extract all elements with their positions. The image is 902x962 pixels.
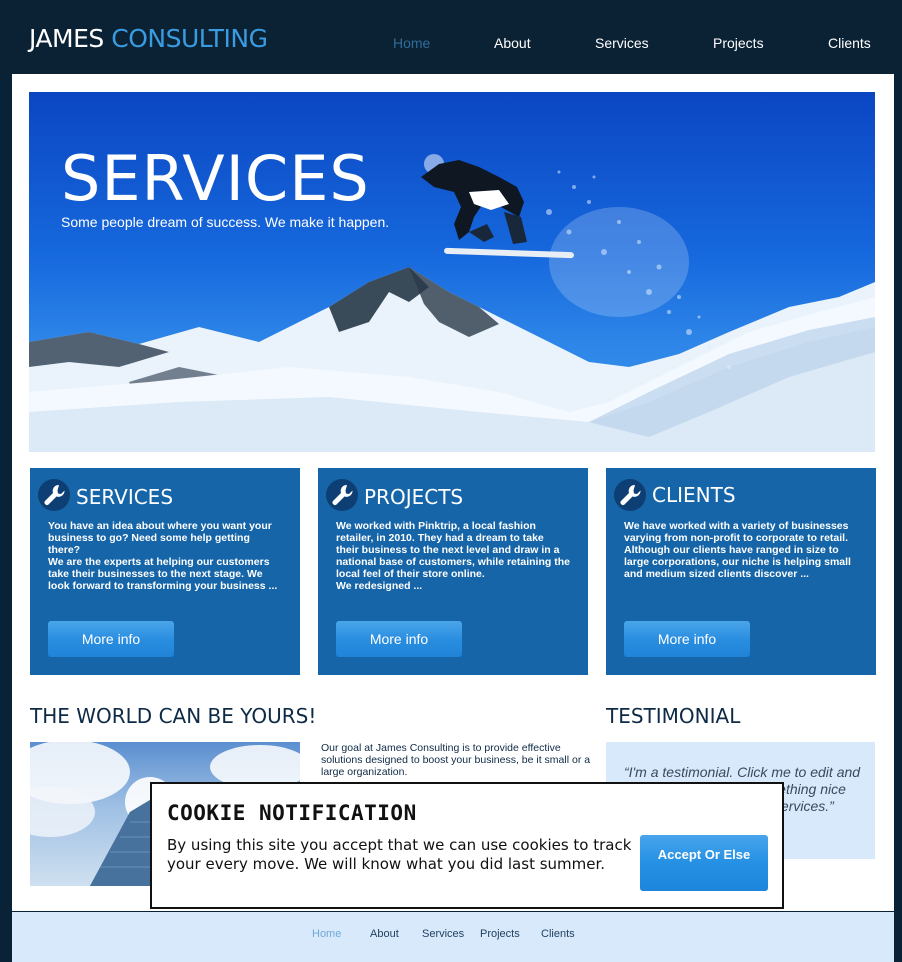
nav-home[interactable]: Home	[393, 35, 430, 51]
site-header: JAMES CONSULTING Home About Services Pro…	[0, 0, 902, 74]
wrench-icon	[326, 479, 358, 511]
more-info-button[interactable]: More info	[48, 621, 174, 657]
nav-about[interactable]: About	[494, 35, 531, 51]
accept-cookies-button[interactable]: Accept Or Else	[640, 835, 768, 891]
hero-banner: SERVICES Some people dream of success. W…	[29, 92, 875, 452]
projects-box: PROJECTS We worked with Pinktrip, a loca…	[318, 468, 588, 675]
cookie-title: COOKIE NOTIFICATION	[167, 801, 417, 825]
wrench-icon	[614, 479, 646, 511]
box-title: PROJECTS	[364, 485, 464, 509]
services-box: SERVICES You have an idea about where yo…	[30, 468, 300, 675]
cookie-notification: COOKIE NOTIFICATION By using this site y…	[150, 782, 784, 909]
footer-nav-projects[interactable]: Projects	[480, 928, 520, 940]
more-info-button[interactable]: More info	[336, 621, 462, 657]
logo-accent: CONSULTING	[111, 24, 268, 53]
nav-clients[interactable]: Clients	[828, 35, 871, 51]
wrench-icon	[38, 479, 70, 511]
clients-box: CLIENTS We have worked with a variety of…	[606, 468, 876, 675]
box-text: We worked with Pinktrip, a local fashion…	[336, 520, 570, 592]
world-text: Our goal at James Consulting is to provi…	[321, 742, 591, 778]
site-logo[interactable]: JAMES CONSULTING	[29, 24, 268, 53]
box-title: SERVICES	[76, 485, 174, 509]
nav-projects[interactable]: Projects	[713, 35, 764, 51]
box-text: We have worked with a variety of busines…	[624, 520, 851, 580]
cookie-text: By using this site you accept that we ca…	[167, 836, 632, 873]
world-title: THE WORLD CAN BE YOURS!	[30, 704, 317, 728]
hero-subtitle: Some people dream of success. We make it…	[61, 214, 390, 230]
footer-nav-home[interactable]: Home	[312, 928, 341, 940]
more-info-button[interactable]: More info	[624, 621, 750, 657]
logo-primary: JAMES	[29, 24, 104, 53]
box-title: CLIENTS	[652, 483, 736, 507]
footer-nav-clients[interactable]: Clients	[541, 928, 575, 940]
site-footer: Home About Services Projects Clients	[12, 911, 894, 962]
hero-title: SERVICES	[61, 142, 370, 215]
footer-nav-about[interactable]: About	[370, 928, 399, 940]
testimonial-title: TESTIMONIAL	[606, 704, 741, 728]
footer-nav-services[interactable]: Services	[422, 928, 464, 940]
nav-services[interactable]: Services	[595, 35, 649, 51]
box-text: You have an idea about where you want yo…	[48, 520, 278, 592]
